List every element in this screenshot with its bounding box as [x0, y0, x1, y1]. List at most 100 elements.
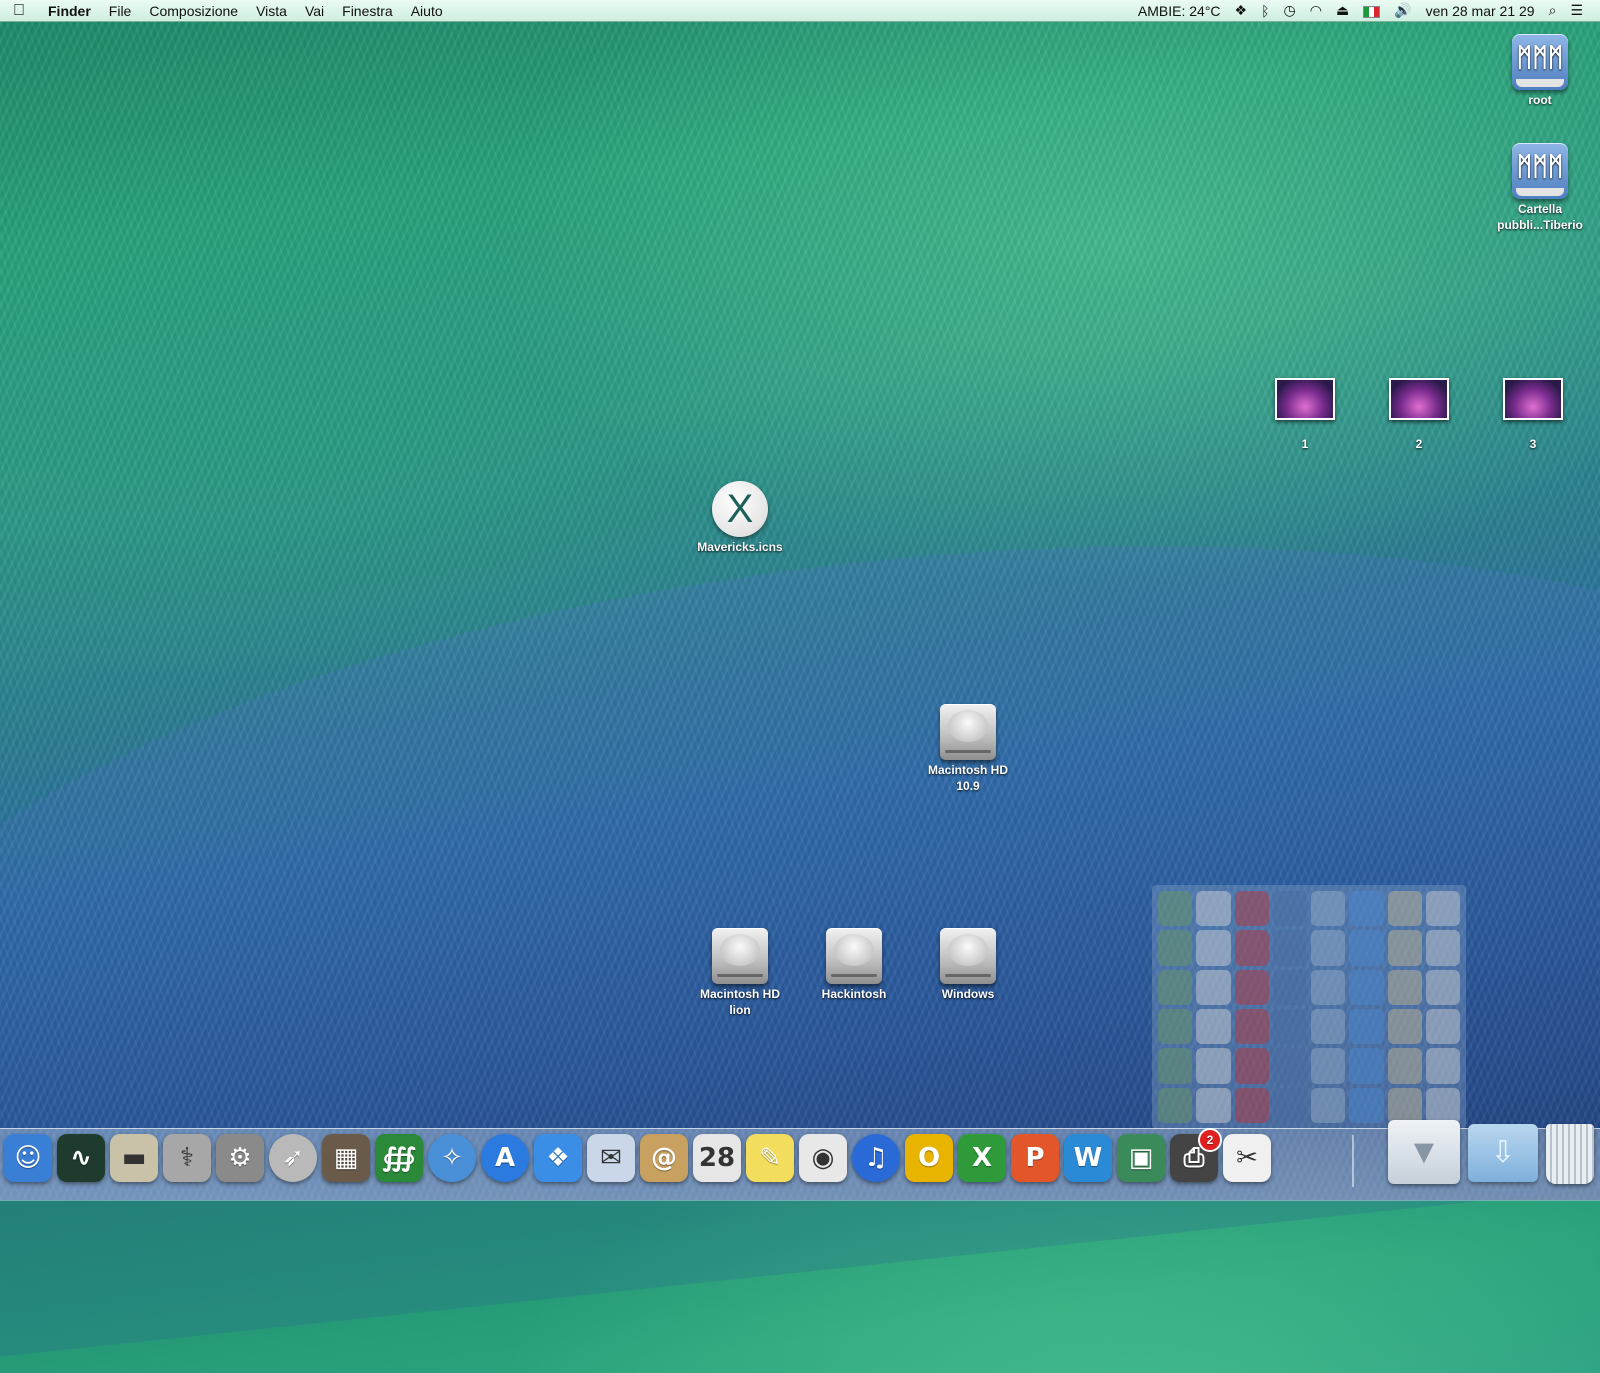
- menu-file[interactable]: File: [100, 3, 141, 19]
- eject-icon[interactable]: ⏏: [1329, 2, 1356, 19]
- stack-app-icon[interactable]: [1311, 1008, 1346, 1045]
- stack-app-icon[interactable]: [1311, 930, 1346, 966]
- dock-word-icon[interactable]: W: [1064, 1134, 1112, 1182]
- share-root[interactable]: ᛗᛗᛗ root: [1500, 34, 1580, 108]
- stack-app-icon[interactable]: [1387, 1008, 1422, 1045]
- stack-app-icon[interactable]: [1272, 930, 1307, 966]
- dock-istat-icon[interactable]: ∰: [375, 1134, 423, 1182]
- spotlight-icon[interactable]: ⌕: [1542, 2, 1564, 19]
- dock-printer-icon[interactable]: ⎙ 2: [1170, 1128, 1222, 1182]
- stack-app-icon[interactable]: [1158, 930, 1193, 966]
- stack-app-icon[interactable]: [1349, 930, 1384, 966]
- stack-app-icon[interactable]: [1196, 930, 1231, 966]
- dock-disk-utility-icon[interactable]: ⚕: [163, 1134, 211, 1182]
- stack-app-icon[interactable]: [1272, 891, 1307, 927]
- stack-app-icon[interactable]: [1349, 1008, 1384, 1045]
- dock-dropbox-icon[interactable]: ❖: [534, 1134, 582, 1182]
- stack-app-icon[interactable]: [1272, 1008, 1307, 1045]
- stack-app-icon[interactable]: [1349, 969, 1384, 1005]
- drive-macintosh-hd-lion[interactable]: Macintosh HD lion: [690, 928, 790, 1018]
- stack-app-icon[interactable]: [1349, 1048, 1384, 1084]
- stack-app-icon[interactable]: [1311, 969, 1346, 1005]
- stack-app-icon[interactable]: [1272, 1048, 1307, 1084]
- stack-app-icon[interactable]: [1234, 969, 1269, 1005]
- menu-finestra[interactable]: Finestra: [333, 3, 402, 19]
- downloads-folder-icon[interactable]: ⇩: [1468, 1124, 1538, 1182]
- dock-grab-icon[interactable]: ✂: [1223, 1134, 1271, 1182]
- dock-photo-app-icon[interactable]: ▣: [1117, 1134, 1165, 1182]
- mavericks-icns-file[interactable]: X Mavericks.icns: [690, 481, 790, 555]
- stack-app-icon[interactable]: [1158, 891, 1193, 927]
- stack-app-icon[interactable]: [1272, 1087, 1307, 1123]
- dock-calendar-icon[interactable]: 28: [693, 1134, 741, 1182]
- stack-app-icon[interactable]: [1234, 891, 1269, 927]
- stack-app-icon[interactable]: [1425, 1048, 1460, 1084]
- stack-app-icon[interactable]: [1425, 1008, 1460, 1045]
- menu-finder[interactable]: Finder: [38, 3, 100, 19]
- stack-app-icon[interactable]: [1311, 891, 1346, 927]
- flag-icon[interactable]: [1356, 3, 1387, 19]
- dropbox-icon[interactable]: ❖: [1228, 2, 1255, 19]
- thumbnail-3[interactable]: 3: [1498, 378, 1568, 452]
- chevron-down-icon[interactable]: ▼: [1388, 1120, 1460, 1184]
- stack-app-icon[interactable]: [1387, 969, 1422, 1005]
- stack-app-icon[interactable]: [1425, 891, 1460, 927]
- stack-app-icon[interactable]: [1311, 1048, 1346, 1084]
- drive-macintosh-hd-10-9[interactable]: Macintosh HD 10.9: [918, 704, 1018, 794]
- stack-app-icon[interactable]: [1196, 969, 1231, 1005]
- weather-status[interactable]: AMBIE: 24°C: [1131, 3, 1228, 19]
- dock-powerpoint-icon[interactable]: P: [1011, 1134, 1059, 1182]
- dock-image-capture-icon[interactable]: ▦: [322, 1134, 370, 1182]
- stack-app-icon[interactable]: [1234, 1087, 1269, 1123]
- time-machine-icon[interactable]: ◷: [1277, 2, 1303, 19]
- drive-hackintosh[interactable]: Hackintosh: [804, 928, 904, 1002]
- stack-app-icon[interactable]: [1387, 930, 1422, 966]
- dock-contacts-icon[interactable]: @: [640, 1134, 688, 1182]
- stack-app-icon[interactable]: [1234, 1008, 1269, 1045]
- stack-app-icon[interactable]: [1234, 930, 1269, 966]
- stack-app-icon[interactable]: [1196, 1048, 1231, 1084]
- stack-app-icon[interactable]: [1387, 891, 1422, 927]
- datetime[interactable]: ven 28 mar 21 29: [1419, 3, 1542, 19]
- stack-app-icon[interactable]: [1158, 1087, 1193, 1123]
- wifi-icon[interactable]: ◠: [1303, 2, 1329, 19]
- dock-stickies-icon[interactable]: ✎: [746, 1134, 794, 1182]
- dock-drive-utility-icon[interactable]: ▬: [110, 1134, 158, 1182]
- stack-app-icon[interactable]: [1196, 891, 1231, 927]
- menu-vai[interactable]: Vai: [296, 3, 333, 19]
- bluetooth-icon[interactable]: ᛒ: [1254, 3, 1276, 19]
- dock-mail-icon[interactable]: ✉: [587, 1134, 635, 1182]
- menu-composizione[interactable]: Composizione: [140, 3, 247, 19]
- stack-app-icon[interactable]: [1425, 969, 1460, 1005]
- apple-menu-icon[interactable]: : [0, 2, 38, 20]
- stack-app-icon[interactable]: [1196, 1087, 1231, 1123]
- stack-app-icon[interactable]: [1158, 1048, 1193, 1084]
- menu-vista[interactable]: Vista: [247, 3, 296, 19]
- dock-app-store-icon[interactable]: A: [481, 1134, 529, 1182]
- dock-finder-icon[interactable]: ☺: [4, 1134, 52, 1182]
- stack-app-icon[interactable]: [1196, 1008, 1231, 1045]
- stack-app-icon[interactable]: [1425, 1087, 1460, 1123]
- dock-safari-icon[interactable]: ✧: [428, 1134, 476, 1182]
- stack-app-icon[interactable]: [1234, 1048, 1269, 1084]
- stack-app-icon[interactable]: [1387, 1087, 1422, 1123]
- dock-outlook-icon[interactable]: O: [905, 1134, 953, 1182]
- stack-app-icon[interactable]: [1158, 1008, 1193, 1045]
- drive-windows[interactable]: Windows: [918, 928, 1018, 1002]
- stack-app-icon[interactable]: [1272, 969, 1307, 1005]
- notification-center-icon[interactable]: ☰: [1563, 2, 1590, 19]
- dock-launchpad-icon[interactable]: ➶: [269, 1134, 317, 1182]
- share-cartella-pubblica[interactable]: ᛗᛗᛗ Cartella pubbli...Tiberio: [1480, 143, 1600, 233]
- dock-activity-monitor-icon[interactable]: ∿: [57, 1134, 105, 1182]
- applications-stack-grid[interactable]: [1152, 885, 1466, 1129]
- menu-aiuto[interactable]: Aiuto: [402, 3, 452, 19]
- stack-app-icon[interactable]: [1349, 1087, 1384, 1123]
- volume-icon[interactable]: 🔊: [1387, 2, 1418, 19]
- dock-preview-icon[interactable]: ◉: [799, 1134, 847, 1182]
- stack-app-icon[interactable]: [1387, 1048, 1422, 1084]
- dock-excel-icon[interactable]: X: [958, 1134, 1006, 1182]
- dock-system-preferences-icon[interactable]: ⚙: [216, 1134, 264, 1182]
- dock-itunes-icon[interactable]: ♫: [852, 1134, 900, 1182]
- stack-app-icon[interactable]: [1158, 969, 1193, 1005]
- stack-app-icon[interactable]: [1349, 891, 1384, 927]
